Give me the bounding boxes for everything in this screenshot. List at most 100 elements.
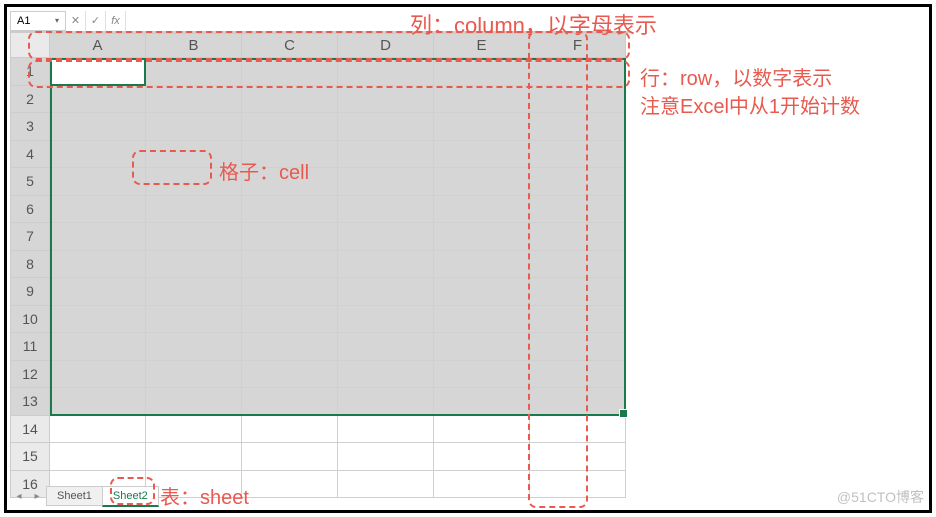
- cell-E2[interactable]: [434, 86, 530, 114]
- cell-A13[interactable]: [50, 388, 146, 416]
- cell-C10[interactable]: [242, 306, 338, 334]
- cell-B11[interactable]: [146, 333, 242, 361]
- cell-C16[interactable]: [242, 471, 338, 499]
- cell-C15[interactable]: [242, 443, 338, 471]
- row-header-10[interactable]: 10: [10, 306, 50, 334]
- row-header-5[interactable]: 5: [10, 168, 50, 196]
- cell-F3[interactable]: [530, 113, 626, 141]
- cell-F16[interactable]: [530, 471, 626, 499]
- cell-E3[interactable]: [434, 113, 530, 141]
- cell-B8[interactable]: [146, 251, 242, 279]
- column-header-F[interactable]: F: [530, 33, 626, 58]
- cell-F4[interactable]: [530, 141, 626, 169]
- column-header-B[interactable]: B: [146, 33, 242, 58]
- row-header-4[interactable]: 4: [10, 141, 50, 169]
- cell-C11[interactable]: [242, 333, 338, 361]
- cell-C12[interactable]: [242, 361, 338, 389]
- cell-B2[interactable]: [146, 86, 242, 114]
- cell-C8[interactable]: [242, 251, 338, 279]
- cell-E13[interactable]: [434, 388, 530, 416]
- cell-D9[interactable]: [338, 278, 434, 306]
- cell-A6[interactable]: [50, 196, 146, 224]
- cell-C13[interactable]: [242, 388, 338, 416]
- cell-E4[interactable]: [434, 141, 530, 169]
- cell-B15[interactable]: [146, 443, 242, 471]
- cell-D3[interactable]: [338, 113, 434, 141]
- column-header-C[interactable]: C: [242, 33, 338, 58]
- cell-E16[interactable]: [434, 471, 530, 499]
- select-all-corner[interactable]: [10, 32, 50, 58]
- column-header-D[interactable]: D: [338, 33, 434, 58]
- cell-E10[interactable]: [434, 306, 530, 334]
- cell-E7[interactable]: [434, 223, 530, 251]
- row-header-9[interactable]: 9: [10, 278, 50, 306]
- cell-A5[interactable]: [50, 168, 146, 196]
- cell-A4[interactable]: [50, 141, 146, 169]
- cell-D4[interactable]: [338, 141, 434, 169]
- cell-B16[interactable]: [146, 471, 242, 499]
- cell-F5[interactable]: [530, 168, 626, 196]
- row-header-3[interactable]: 3: [10, 113, 50, 141]
- cancel-formula-icon[interactable]: ✕: [66, 11, 86, 31]
- cell-D8[interactable]: [338, 251, 434, 279]
- cell-F13[interactable]: [530, 388, 626, 416]
- cell-B12[interactable]: [146, 361, 242, 389]
- cell-D15[interactable]: [338, 443, 434, 471]
- tab-nav-prev-icon[interactable]: ◂: [10, 491, 28, 502]
- cell-E5[interactable]: [434, 168, 530, 196]
- cell-C14[interactable]: [242, 416, 338, 444]
- cell-D11[interactable]: [338, 333, 434, 361]
- cell-B9[interactable]: [146, 278, 242, 306]
- cell-A12[interactable]: [50, 361, 146, 389]
- cell-D16[interactable]: [338, 471, 434, 499]
- row-header-15[interactable]: 15: [10, 443, 50, 471]
- cell-A7[interactable]: [50, 223, 146, 251]
- cell-E14[interactable]: [434, 416, 530, 444]
- cell-F14[interactable]: [530, 416, 626, 444]
- cell-C3[interactable]: [242, 113, 338, 141]
- name-box[interactable]: A1 ▾: [10, 11, 66, 31]
- cell-F1[interactable]: [530, 58, 626, 86]
- cell-F6[interactable]: [530, 196, 626, 224]
- cell-A10[interactable]: [50, 306, 146, 334]
- cell-E6[interactable]: [434, 196, 530, 224]
- cell-D13[interactable]: [338, 388, 434, 416]
- cell-E11[interactable]: [434, 333, 530, 361]
- cell-C4[interactable]: [242, 141, 338, 169]
- cell-E8[interactable]: [434, 251, 530, 279]
- cell-A2[interactable]: [50, 86, 146, 114]
- cell-F9[interactable]: [530, 278, 626, 306]
- fx-icon[interactable]: fx: [106, 11, 126, 31]
- cell-A3[interactable]: [50, 113, 146, 141]
- cell-B1[interactable]: [146, 58, 242, 86]
- cell-D10[interactable]: [338, 306, 434, 334]
- cell-A1[interactable]: [50, 58, 146, 86]
- cell-D1[interactable]: [338, 58, 434, 86]
- cell-D2[interactable]: [338, 86, 434, 114]
- cell-B6[interactable]: [146, 196, 242, 224]
- cell-D6[interactable]: [338, 196, 434, 224]
- cell-B7[interactable]: [146, 223, 242, 251]
- cell-A9[interactable]: [50, 278, 146, 306]
- cell-A8[interactable]: [50, 251, 146, 279]
- cell-C7[interactable]: [242, 223, 338, 251]
- sheet-tab-2[interactable]: Sheet2: [102, 486, 159, 507]
- cell-A14[interactable]: [50, 416, 146, 444]
- cell-F8[interactable]: [530, 251, 626, 279]
- cell-F10[interactable]: [530, 306, 626, 334]
- cell-D12[interactable]: [338, 361, 434, 389]
- row-header-13[interactable]: 13: [10, 388, 50, 416]
- cell-E9[interactable]: [434, 278, 530, 306]
- sheet-tab-1[interactable]: Sheet1: [46, 486, 103, 506]
- row-header-11[interactable]: 11: [10, 333, 50, 361]
- tab-nav-next-icon[interactable]: ▸: [28, 491, 46, 502]
- cell-B13[interactable]: [146, 388, 242, 416]
- cell-B14[interactable]: [146, 416, 242, 444]
- cell-E1[interactable]: [434, 58, 530, 86]
- cell-D7[interactable]: [338, 223, 434, 251]
- cell-B5[interactable]: [146, 168, 242, 196]
- cell-B4[interactable]: [146, 141, 242, 169]
- column-header-A[interactable]: A: [50, 33, 146, 58]
- cell-C2[interactable]: [242, 86, 338, 114]
- row-header-8[interactable]: 8: [10, 251, 50, 279]
